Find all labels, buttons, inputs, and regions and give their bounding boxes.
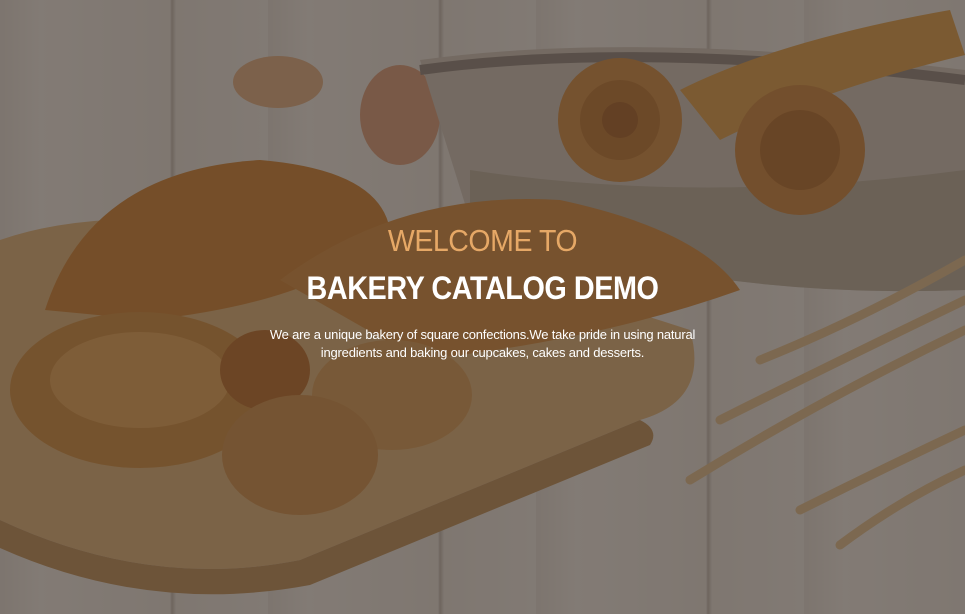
hero-content: WELCOME TO BAKERY CATALOG DEMO We are a …: [0, 222, 965, 362]
welcome-heading: WELCOME TO: [387, 223, 578, 258]
hero-description: We are a unique bakery of square confect…: [269, 327, 696, 360]
hero-banner: WELCOME TO BAKERY CATALOG DEMO We are a …: [0, 0, 965, 614]
page-title: BAKERY CATALOG DEMO: [306, 270, 659, 306]
